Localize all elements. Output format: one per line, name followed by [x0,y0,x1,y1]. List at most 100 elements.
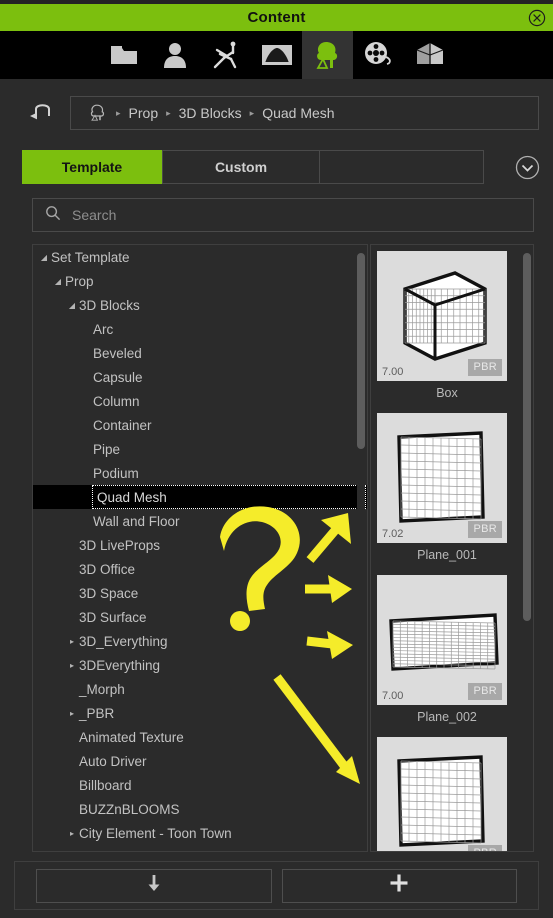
grid-scrollbar-thumb[interactable] [523,253,531,621]
tab-prop[interactable] [302,31,353,79]
tree-item-podium[interactable]: Podium [33,461,367,485]
tree-item-quad-mesh[interactable]: Quad Mesh [33,485,367,509]
content-window: Content ▸ Prop ▸ 3D Blocks ▸ Quad Mesh T… [0,0,553,918]
back-arrow-icon [27,100,57,127]
asset-thumbnail[interactable]: 7.02PBR [377,413,507,543]
tab-motion[interactable] [200,31,251,79]
close-icon[interactable] [528,9,546,27]
tree-item-label: Wall and Floor [93,513,180,529]
chevron-right-icon[interactable]: ▸ [67,637,77,646]
library-tabs: Template Custom [0,150,553,186]
breadcrumb-home[interactable] [85,104,111,122]
tree-item-label: Quad Mesh [92,485,366,509]
tree-item-label: BUZZnBLOOMS [79,801,180,817]
tree-item-capsule[interactable]: Capsule [33,365,367,389]
chevron-right-icon[interactable]: ▸ [67,829,77,838]
tree-item-animated-texture[interactable]: Animated Texture [33,725,367,749]
tree-item-arc[interactable]: Arc [33,317,367,341]
tab-scene[interactable] [251,31,302,79]
grid-scrollbar[interactable] [523,247,531,849]
tree-item-3d-surface[interactable]: 3D Surface [33,605,367,629]
tab-character[interactable] [149,31,200,79]
asset-version: 7.00 [382,690,404,702]
tree-item-billboard[interactable]: Billboard [33,773,367,797]
tree-item-3d-everything[interactable]: ▸ 3D_Everything [33,629,367,653]
search-input[interactable] [72,207,533,223]
breadcrumb-item-quad-mesh[interactable]: Quad Mesh [259,105,337,121]
tree-item-label: 3D Office [79,561,136,577]
tree-item-prop[interactable]: ◢ Prop [33,269,367,293]
chevron-down-icon[interactable]: ◢ [39,253,49,262]
breadcrumb-item-prop[interactable]: Prop [126,105,162,121]
asset-grid-panel: 7.00 PBR Box 7.02 PBR Plane_001 7.00 PBR Plane_0… [370,244,534,852]
breadcrumb-separator: ▸ [116,107,121,118]
tree-item-label: Arc [93,321,114,337]
tree-item-buzznblooms[interactable]: BUZZnBLOOMS [33,797,367,821]
asset-thumbnail[interactable]: 7.00 PBR [377,251,507,381]
tree-item-label: Set Template [51,249,130,265]
tree-item-3d-liveprops[interactable]: 3D LiveProps [33,533,367,557]
asset-thumbnail[interactable]: 7.02PBR [377,737,507,851]
pbr-badge: PBR [468,521,502,538]
content-panes: ◢ Set Template ◢ Prop ◢ 3D Blocks Arc Beveled Ca… [32,244,534,852]
tree-item-3deverything[interactable]: ▸ 3DEverything [33,653,367,677]
tree-scrollbar[interactable] [357,247,365,849]
pbr-badge: PBR [468,359,502,376]
asset-card[interactable]: 7.00 PBR Box [371,245,517,407]
asset-thumbnail[interactable]: 7.00 PBR [377,575,507,705]
tree-item-label: City Element [79,850,156,852]
category-toolbar [0,31,553,79]
tree-item-city-element-toon-town[interactable]: ▸ City Element - Toon Town [33,821,367,845]
asset-card[interactable]: 7.02 PBR Plane_001 [371,407,517,569]
tree-item-label: Capsule [93,369,143,385]
tab-package[interactable] [404,31,455,79]
chevron-down-icon[interactable]: ◢ [67,301,77,310]
breadcrumb-item-3d-blocks[interactable]: 3D Blocks [176,105,245,121]
tree-item-label: Billboard [79,777,132,793]
chevron-down-icon[interactable]: ◢ [53,277,63,286]
tree-item-label: Prop [65,273,94,289]
tree-item-wall-and-floor[interactable]: Wall and Floor [33,509,367,533]
chevron-down-circle-icon[interactable] [514,154,541,181]
back-button[interactable] [14,93,70,133]
search-icon [45,205,61,226]
tree-item-label: Podium [93,465,139,481]
tree-scrollbar-thumb[interactable] [357,253,365,449]
search-bar[interactable] [32,198,534,232]
tab-media[interactable] [353,31,404,79]
tree-item-auto-driver[interactable]: Auto Driver [33,749,367,773]
add-button[interactable] [281,868,517,903]
tree-item-3d-office[interactable]: 3D Office [33,557,367,581]
tab-custom[interactable]: Custom [162,150,320,184]
tree-item-3d-space[interactable]: 3D Space [33,581,367,605]
person-icon [162,41,188,69]
breadcrumb: ▸ Prop ▸ 3D Blocks ▸ Quad Mesh [70,96,539,130]
tree-item-label: Container [93,417,152,433]
tree-item-label: Beveled [93,345,142,361]
download-button[interactable] [36,868,272,903]
tree-item-pipe[interactable]: Pipe [33,437,367,461]
stage-icon [261,42,293,68]
asset-card[interactable]: 7.00 PBR Plane_002 [371,569,517,731]
tree-item-beveled[interactable]: Beveled [33,341,367,365]
asset-card[interactable]: 7.02PBR [371,731,517,851]
tab-folder[interactable] [98,31,149,79]
tree-item-column[interactable]: Column [33,389,367,413]
tree-item-label: Auto Driver [79,753,147,769]
tree-item-container[interactable]: Container [33,413,367,437]
tree-prop-icon [313,40,343,70]
tree-item-label: 3D Space [79,585,139,601]
tree-item-label: 3D_Everything [79,633,168,649]
chevron-right-icon[interactable]: ▸ [67,661,77,670]
tree-item-city-element[interactable]: ▸City Element [33,845,367,852]
tree-item-label: 3DEverything [79,657,161,673]
tree-item-label: 3D LiveProps [79,537,161,553]
tree-item-pbr[interactable]: ▸ _PBR [33,701,367,725]
tree-item-morph[interactable]: _Morph [33,677,367,701]
tree-item-3d-blocks[interactable]: ◢ 3D Blocks [33,293,367,317]
asset-grid: 7.00 PBR Box 7.02 PBR Plane_001 7.00 PBR Plane_0… [371,245,517,851]
chevron-right-icon[interactable]: ▸ [67,709,77,718]
tree-item-set-template[interactable]: ◢ Set Template [33,245,367,269]
tab-template[interactable]: Template [22,150,162,184]
download-arrow-icon [146,873,162,898]
